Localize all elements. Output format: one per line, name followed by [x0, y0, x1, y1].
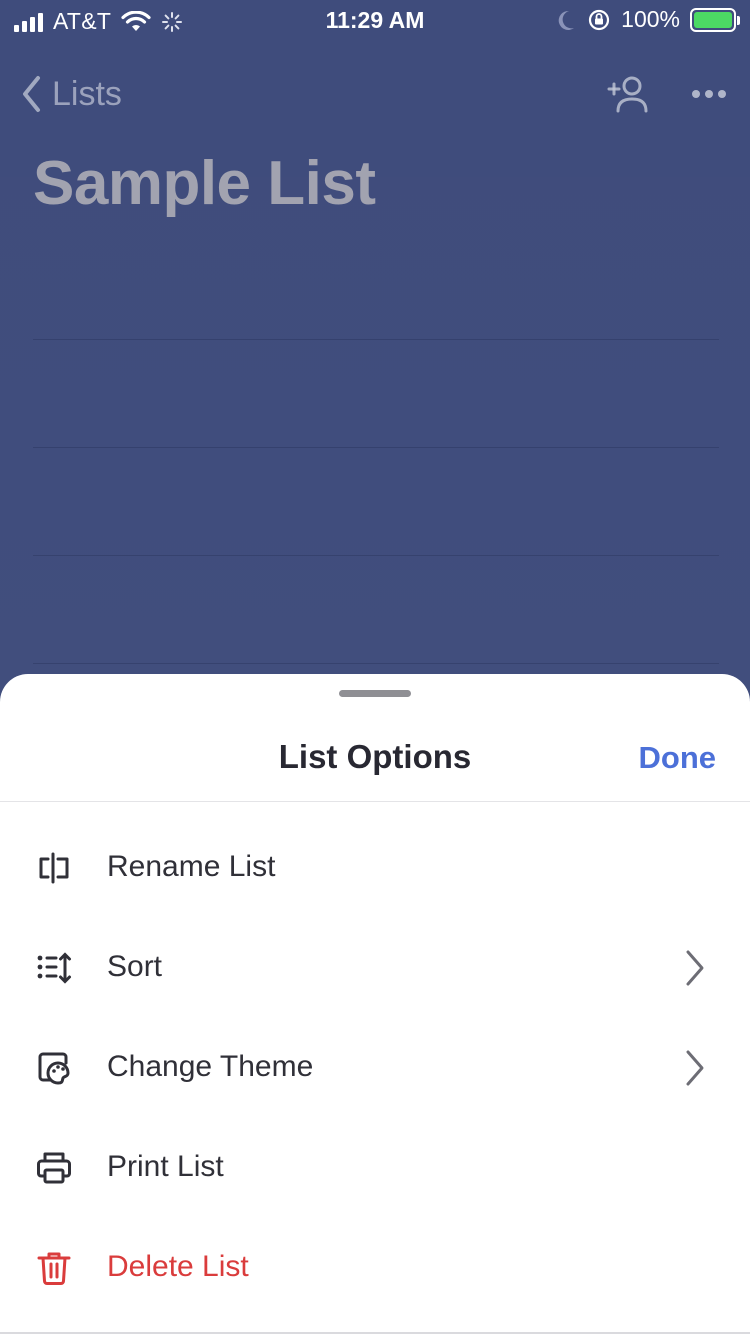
menu-item-sort[interactable]: Sort: [0, 920, 750, 1020]
battery-icon: [690, 7, 740, 32]
more-icon[interactable]: [692, 89, 726, 99]
status-right: 100%: [555, 6, 740, 33]
sheet-header: List Options Done: [0, 714, 750, 802]
menu-item-label: Change Theme: [107, 1050, 314, 1083]
sheet-grabber[interactable]: [339, 690, 411, 697]
menu-item-label: Sort: [107, 950, 163, 983]
status-bar: AT&T 11:29 AM 100%: [0, 0, 750, 40]
sort-icon: [37, 952, 71, 984]
menu-item-delete-list[interactable]: Delete List: [0, 1220, 750, 1320]
nav-actions: [606, 74, 726, 114]
theme-icon: [38, 1052, 70, 1085]
row-divider: [33, 447, 719, 448]
options-menu: Rename List Sort Change Theme Print List…: [0, 820, 750, 1320]
page-title: Sample List: [33, 149, 376, 218]
row-divider: [33, 663, 719, 664]
sheet-title: List Options: [278, 738, 472, 775]
orientation-lock-icon: [589, 9, 610, 30]
menu-item-rename-list[interactable]: Rename List: [0, 820, 750, 920]
app-screen: AT&T 11:29 AM 100% Lists Sample List Lis…: [0, 0, 750, 1334]
row-divider: [33, 339, 719, 340]
print-icon: [37, 1152, 71, 1184]
chevron-right-icon: [686, 950, 704, 986]
add-person-icon[interactable]: [606, 74, 650, 114]
trash-icon: [37, 1252, 71, 1285]
chevron-right-icon: [686, 1050, 704, 1086]
done-button[interactable]: Done: [639, 740, 717, 776]
moon-icon: [558, 10, 575, 30]
menu-item-print-list[interactable]: Print List: [0, 1120, 750, 1220]
back-button[interactable]: Lists: [20, 74, 122, 114]
back-label: Lists: [52, 74, 122, 113]
menu-item-label: Delete List: [107, 1250, 249, 1283]
menu-item-label: Print List: [107, 1150, 224, 1183]
menu-item-change-theme[interactable]: Change Theme: [0, 1020, 750, 1120]
menu-item-label: Rename List: [107, 850, 276, 883]
battery-fill: [694, 11, 732, 28]
rename-icon: [39, 852, 69, 884]
chevron-left-icon: [23, 76, 40, 112]
battery-percent: 100%: [621, 6, 680, 32]
list-options-sheet: List Options Done Rename List Sort Chang…: [0, 674, 750, 1334]
row-divider: [33, 555, 719, 556]
